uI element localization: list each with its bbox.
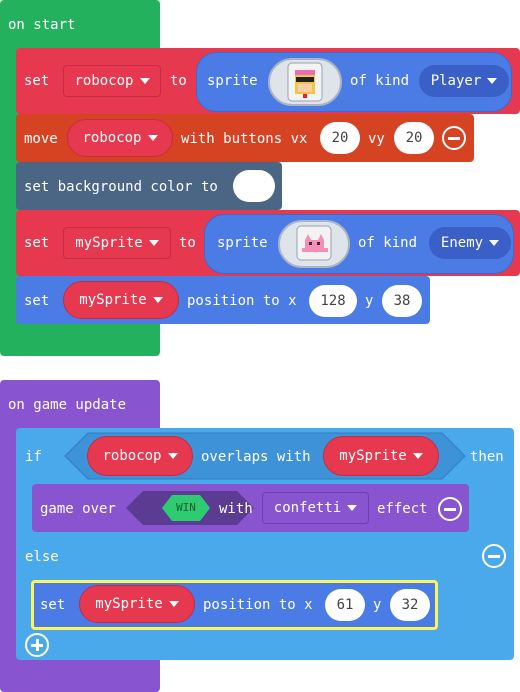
robocop-variable-label: robocop — [102, 448, 162, 464]
set-background-color-label: set background color to — [24, 179, 218, 195]
robocop-variable-dropdown[interactable]: robocop — [63, 65, 161, 97]
chevron-down-icon — [139, 78, 150, 84]
y-label: y — [373, 597, 382, 613]
x-number-input[interactable]: 128 — [309, 285, 357, 317]
vy-number-input[interactable]: 20 — [394, 122, 434, 154]
pink-creature-sprite-icon[interactable] — [278, 220, 350, 268]
enemy-kind-dropdown[interactable]: Enemy — [429, 227, 511, 259]
set-keyword: set — [24, 73, 50, 89]
chevron-down-icon — [152, 297, 163, 303]
mysprite-variable-reporter[interactable]: mySprite — [323, 436, 439, 476]
chevron-down-icon — [347, 505, 358, 511]
remove-effect-button[interactable] — [438, 497, 462, 521]
mysprite-variable-dropdown[interactable]: mySprite — [63, 227, 171, 259]
confetti-effect-dropdown[interactable]: confetti — [262, 492, 369, 524]
chevron-down-icon — [167, 453, 178, 459]
move-keyword: move — [24, 131, 58, 147]
chevron-down-icon — [489, 240, 500, 246]
y-number-input[interactable]: 32 — [390, 589, 430, 621]
with-keyword: with — [219, 501, 253, 517]
minus-icon — [488, 554, 500, 558]
enemy-kind-label: Enemy — [440, 235, 484, 251]
plus-icon — [31, 639, 43, 651]
of-kind-keyword: of kind — [350, 73, 410, 89]
if-keyword: if — [25, 449, 42, 465]
mysprite-variable-label: mySprite — [79, 292, 147, 308]
to-keyword: to — [179, 235, 196, 251]
sprite-keyword: sprite — [217, 235, 268, 251]
then-keyword: then — [470, 449, 504, 465]
effect-keyword: effect — [377, 501, 428, 517]
chevron-down-icon — [168, 601, 179, 607]
position-to-x-label: position to x — [187, 293, 297, 309]
robocop-variable-label: robocop — [74, 73, 134, 89]
set-keyword: set — [24, 293, 50, 309]
set-keyword: set — [24, 235, 50, 251]
robocop-variable-reporter[interactable]: robocop — [87, 436, 193, 476]
y-label: y — [365, 293, 374, 309]
of-kind-keyword: of kind — [358, 235, 418, 251]
win-label: WIN — [176, 501, 196, 514]
mysprite-variable-reporter[interactable]: mySprite — [63, 281, 179, 319]
add-else-if-button[interactable] — [25, 633, 49, 657]
mysprite-variable-label: mySprite — [75, 235, 143, 251]
remove-else-button[interactable] — [482, 544, 506, 568]
chevron-down-icon — [147, 135, 158, 141]
minus-icon — [444, 507, 456, 511]
minus-icon — [448, 136, 460, 140]
chevron-down-icon — [487, 78, 498, 84]
y-number-input[interactable]: 38 — [382, 285, 422, 317]
confetti-effect-label: confetti — [273, 500, 342, 516]
mysprite-variable-label: mySprite — [339, 448, 407, 464]
player-kind-label: Player — [430, 73, 482, 89]
mysprite-variable-label: mySprite — [95, 596, 163, 612]
x-number-input[interactable]: 61 — [325, 589, 365, 621]
set-keyword: set — [40, 597, 66, 613]
robocop-variable-label: robocop — [82, 130, 142, 146]
sprite-keyword: sprite — [207, 73, 258, 89]
robocop-variable-reporter[interactable]: robocop — [67, 119, 173, 157]
remove-argument-button[interactable] — [442, 126, 466, 150]
on-game-update-label: on game update — [8, 397, 127, 413]
position-to-x-label: position to x — [203, 597, 313, 613]
to-keyword: to — [170, 73, 187, 89]
with-buttons-vx-label: with buttons vx — [181, 131, 308, 147]
vy-label: vy — [368, 131, 385, 147]
chevron-down-icon — [412, 453, 423, 459]
chevron-down-icon — [148, 240, 159, 246]
player-kind-dropdown[interactable]: Player — [419, 65, 509, 97]
else-keyword: else — [25, 549, 59, 565]
mysprite-variable-reporter[interactable]: mySprite — [79, 585, 195, 623]
on-start-label: on start — [8, 17, 76, 33]
robocop-sprite-icon[interactable] — [268, 58, 342, 106]
background-color-swatch[interactable] — [233, 170, 275, 202]
overlaps-with-label: overlaps with — [201, 449, 311, 465]
game-over-label: game over — [40, 501, 116, 517]
vx-number-input[interactable]: 20 — [320, 122, 360, 154]
